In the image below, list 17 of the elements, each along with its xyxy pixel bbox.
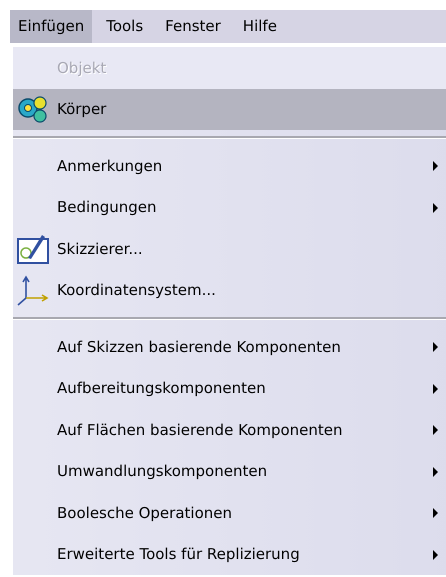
menu-item[interactable]: Erweiterte Tools für Replizierung xyxy=(13,534,446,575)
menu-item[interactable]: Bedingungen xyxy=(13,186,446,228)
menu-bar-item[interactable]: Einfügen xyxy=(10,10,92,43)
menu-item[interactable]: Koordinatensystem... xyxy=(13,270,446,311)
menu-item[interactable]: Anmerkungen xyxy=(13,145,446,186)
menu-bar-item[interactable]: Tools xyxy=(98,10,152,43)
menu-bar-item[interactable]: Fenster xyxy=(157,10,229,43)
sketch-icon xyxy=(16,232,50,265)
menu-item[interactable]: Auf Flächen basierende Komponenten xyxy=(13,409,446,450)
menu-item[interactable]: Boolesche Operationen xyxy=(13,492,446,534)
menu-item[interactable]: Aufbereitungskomponenten xyxy=(13,368,446,409)
menu-item[interactable]: Körper xyxy=(13,88,446,130)
menu-item[interactable]: Skizzierer... xyxy=(13,228,446,270)
menu-item[interactable]: Umwandlungskomponenten xyxy=(13,450,446,492)
axis-icon xyxy=(16,274,50,306)
menu-bar-item[interactable]: Hilfe xyxy=(234,10,285,43)
menu-item[interactable]: Auf Skizzen basierende Komponenten xyxy=(13,326,446,368)
